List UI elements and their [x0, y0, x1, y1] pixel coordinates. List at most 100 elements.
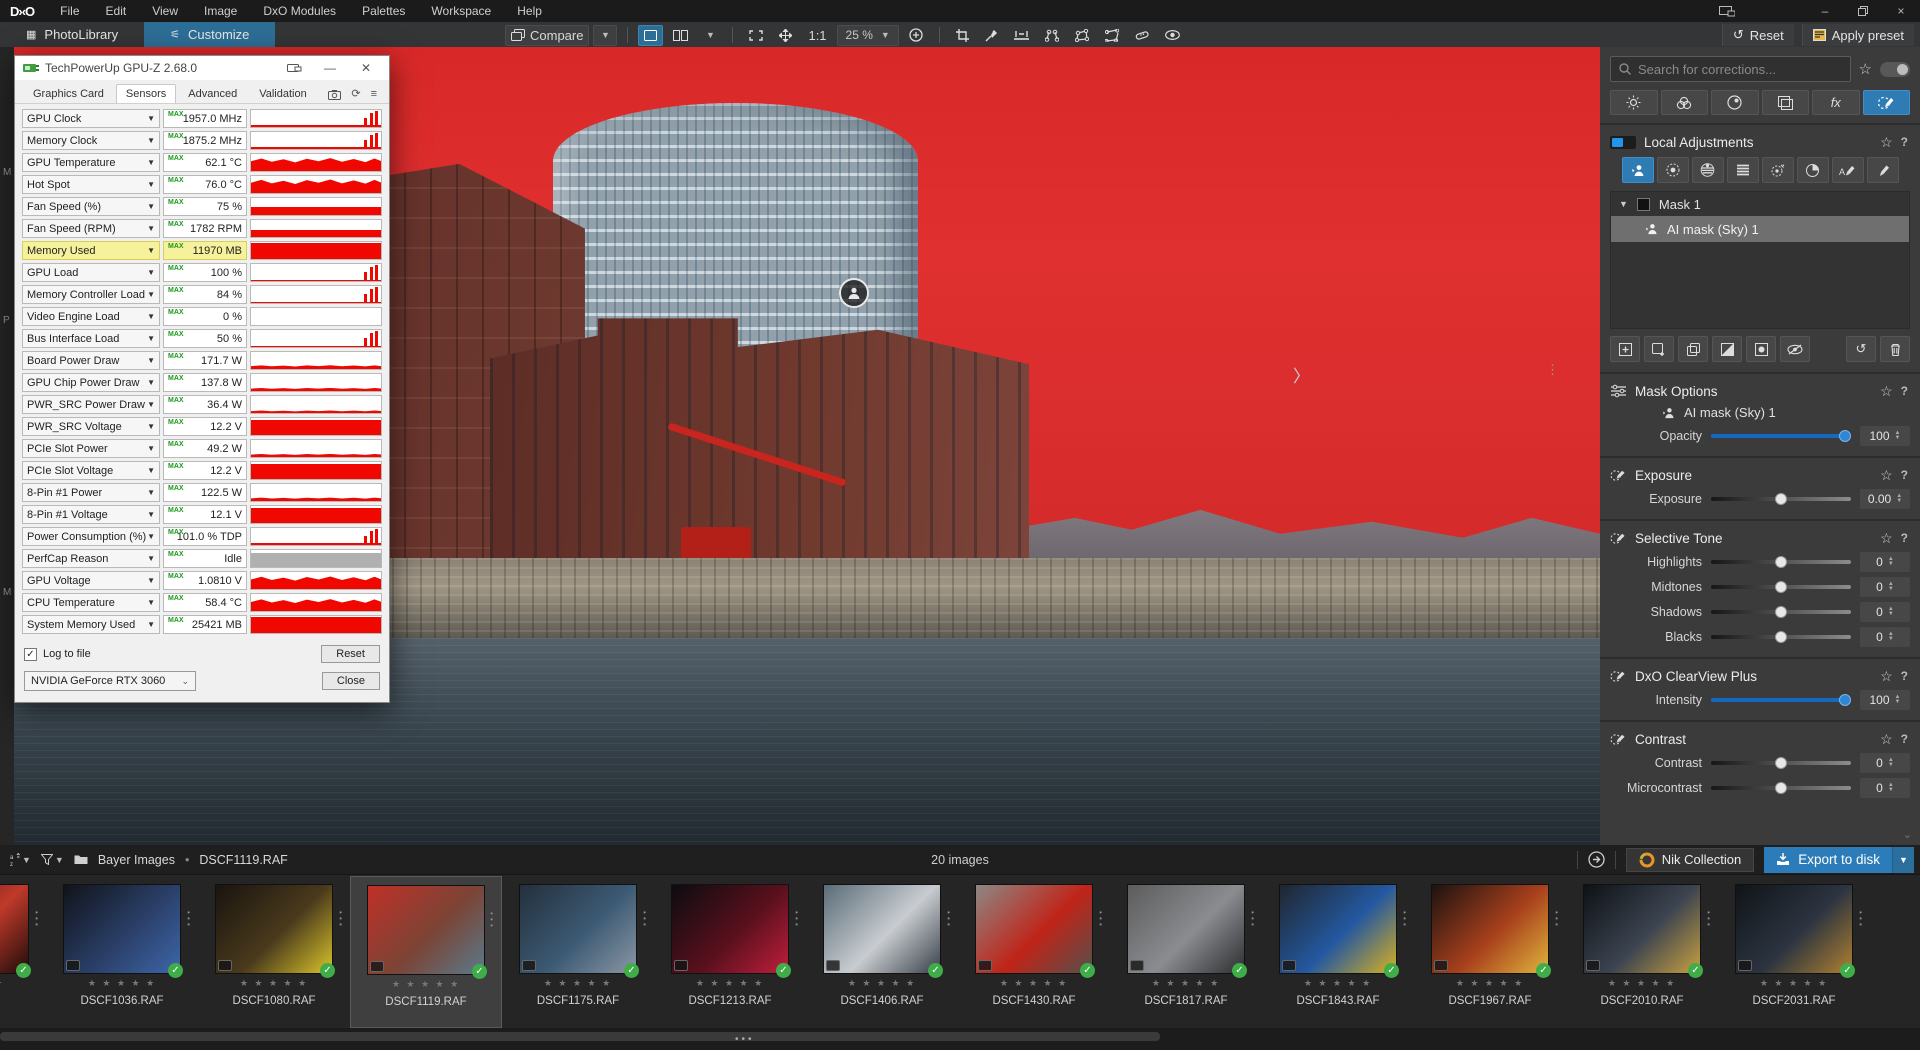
compare-button[interactable]: Compare [505, 25, 589, 46]
favorite-star-icon[interactable]: ☆ [1880, 467, 1893, 484]
perspective-4point-icon[interactable] [1069, 25, 1095, 46]
star-rating[interactable]: ★ ★ ★ ★ ★ [696, 978, 764, 989]
gradient-mask-tool-button[interactable] [1692, 157, 1724, 183]
intensity-slider[interactable] [1711, 698, 1851, 702]
gpuz-tab-validation[interactable]: Validation [249, 84, 317, 103]
thumbnail-image[interactable]: ✓ [823, 884, 941, 974]
sensor-name-dropdown[interactable]: 8-Pin #1 Power▼ [22, 483, 160, 502]
thumbnail-image[interactable]: ✓ [519, 884, 637, 974]
filmstrip-item[interactable]: ✓ ••• ★ ★ ★ ★ ★ DSCF1119.RAF [350, 876, 502, 1028]
log-to-file-checkbox[interactable]: ✓ [24, 648, 37, 661]
star-rating[interactable]: ★ ★ ★ ★ ★ [1304, 978, 1372, 989]
gpuz-titlebar[interactable]: TechPowerUp GPU-Z 2.68.0 — ✕ [15, 56, 389, 80]
new-mask-button[interactable] [1610, 336, 1640, 362]
intensity-value-input[interactable]: 100▲▼ [1860, 690, 1910, 710]
gpuz-tab-advanced[interactable]: Advanced [178, 84, 247, 103]
filmstrip-item[interactable]: ✓ ••• ★ ★ ★ ★ ★ DSCF1036.RAF [46, 876, 198, 1028]
scrollbar-thumb[interactable] [0, 1032, 1160, 1041]
reset-button[interactable]: ↺ Reset [1722, 24, 1794, 46]
perspective-8point-icon[interactable] [1099, 25, 1125, 46]
sensor-name-dropdown[interactable]: PerfCap Reason▼ [22, 549, 160, 568]
restore-button[interactable] [1844, 0, 1882, 22]
color-picker-icon[interactable] [979, 25, 1004, 46]
radial-mask-tool-button[interactable] [1657, 157, 1689, 183]
hide-mask-button[interactable] [1780, 336, 1810, 362]
thumb-menu-dots[interactable]: ••• [795, 910, 798, 928]
local-adjustments-toggle[interactable] [1610, 136, 1636, 149]
duplicate-mask-button[interactable] [1678, 336, 1708, 362]
sensor-name-dropdown[interactable]: CPU Temperature▼ [22, 593, 160, 612]
menu-file[interactable]: File [48, 2, 91, 20]
thumb-menu-dots[interactable]: ••• [187, 910, 190, 928]
brush-tool-button[interactable] [1867, 157, 1899, 183]
delete-mask-button[interactable] [1880, 336, 1910, 362]
thumbnail-image[interactable]: ✓ [1279, 884, 1397, 974]
star-rating[interactable]: ★ ★ ★ ★ ★ [0, 978, 4, 989]
sensor-name-dropdown[interactable]: GPU Chip Power Draw▼ [22, 373, 160, 392]
auto-mask-brush-tool-button[interactable]: A [1832, 157, 1864, 183]
filmstrip-item[interactable]: ✓ ••• ★ ★ ★ ★ ★ DSCF1406.RAF [806, 876, 958, 1028]
view-mode-dropdown[interactable]: ▼ [698, 25, 722, 46]
detail-category-button[interactable] [1711, 90, 1759, 115]
sensor-name-dropdown[interactable]: PWR_SRC Voltage▼ [22, 417, 160, 436]
geometry-category-button[interactable] [1762, 90, 1810, 115]
contrast-value-input[interactable]: 0▲▼ [1860, 753, 1910, 773]
menu-view[interactable]: View [140, 2, 190, 20]
split-view-button[interactable] [667, 25, 694, 46]
star-rating[interactable]: ★ ★ ★ ★ ★ [848, 978, 916, 989]
menu-edit[interactable]: Edit [94, 2, 139, 20]
thumbnail-image[interactable]: ✓ [215, 884, 333, 974]
thumb-menu-dots[interactable]: ••• [1403, 910, 1406, 928]
tab-customize[interactable]: ⚟ Customize [144, 22, 275, 47]
exposure-slider[interactable] [1711, 497, 1851, 501]
help-icon[interactable]: ? [1901, 468, 1910, 482]
microcontrast-value-input[interactable]: 0▲▼ [1860, 778, 1910, 798]
menu-palettes[interactable]: Palettes [350, 2, 417, 20]
corrections-toggle[interactable] [1880, 62, 1910, 77]
mask-item-row[interactable]: AI mask (Sky) 1 [1611, 216, 1909, 242]
panel-collapse-chevron[interactable]: 〉 [1293, 362, 1310, 387]
minimize-button[interactable]: – [1806, 0, 1844, 22]
thumb-menu-dots[interactable]: ••• [947, 910, 950, 928]
sensor-name-dropdown[interactable]: Memory Used▼ [22, 241, 160, 260]
thumb-menu-dots[interactable]: ••• [339, 910, 342, 928]
opacity-slider[interactable] [1711, 434, 1851, 438]
fit-screen-button[interactable] [743, 25, 769, 46]
gpuz-reset-button[interactable]: Reset [321, 645, 380, 663]
sensor-name-dropdown[interactable]: GPU Clock▼ [22, 109, 160, 128]
star-rating[interactable]: ★ ★ ★ ★ ★ [1608, 978, 1676, 989]
thumb-menu-dots[interactable]: ••• [490, 911, 493, 929]
mask-group-row[interactable]: ▼ Mask 1 [1611, 192, 1909, 216]
sensor-name-dropdown[interactable]: Memory Controller Load▼ [22, 285, 160, 304]
menu-image[interactable]: Image [192, 2, 249, 20]
favorite-star-icon[interactable]: ☆ [1880, 530, 1893, 547]
horizon-tool-icon[interactable] [1008, 25, 1035, 46]
luminosity-mask-tool-button[interactable] [1727, 157, 1759, 183]
star-rating[interactable]: ★ ★ ★ ★ ★ [1000, 978, 1068, 989]
apply-preset-button[interactable]: Apply preset [1802, 24, 1914, 46]
thumbnail-image[interactable]: ✓ [1431, 884, 1549, 974]
favorite-star-icon[interactable]: ☆ [1880, 731, 1893, 748]
star-rating[interactable]: ★ ★ ★ ★ ★ [240, 978, 308, 989]
sensor-name-dropdown[interactable]: Bus Interface Load▼ [22, 329, 160, 348]
mask-visibility-checkbox[interactable] [1637, 198, 1650, 211]
favorite-star-icon[interactable]: ☆ [1880, 134, 1893, 151]
mask-overlay-button[interactable] [1746, 336, 1776, 362]
star-rating[interactable]: ★ ★ ★ ★ ★ [392, 979, 460, 990]
star-rating[interactable]: ★ ★ ★ ★ ★ [544, 978, 612, 989]
pan-tool-button[interactable] [773, 25, 798, 46]
thumbnail-image[interactable]: ✓ [0, 884, 29, 974]
filmstrip-item[interactable]: ✓ ••• ★ ★ ★ ★ ★ DSCF1430.RAF [958, 876, 1110, 1028]
sensor-name-dropdown[interactable]: GPU Load▼ [22, 263, 160, 282]
thumb-menu-dots[interactable]: ••• [1707, 910, 1710, 928]
thumb-menu-dots[interactable]: ••• [35, 910, 38, 928]
favorites-filter-icon[interactable]: ☆ [1859, 60, 1872, 78]
shadows-value-input[interactable]: 0▲▼ [1860, 602, 1910, 622]
control-line-tool-button[interactable] [1797, 157, 1829, 183]
sensor-name-dropdown[interactable]: System Memory Used▼ [22, 615, 160, 634]
help-icon[interactable]: ? [1901, 531, 1910, 545]
thumbnail-image[interactable]: ✓ [975, 884, 1093, 974]
contrast-slider[interactable] [1711, 761, 1851, 765]
thumb-menu-dots[interactable]: ••• [1859, 910, 1862, 928]
help-icon[interactable]: ? [1901, 384, 1910, 398]
